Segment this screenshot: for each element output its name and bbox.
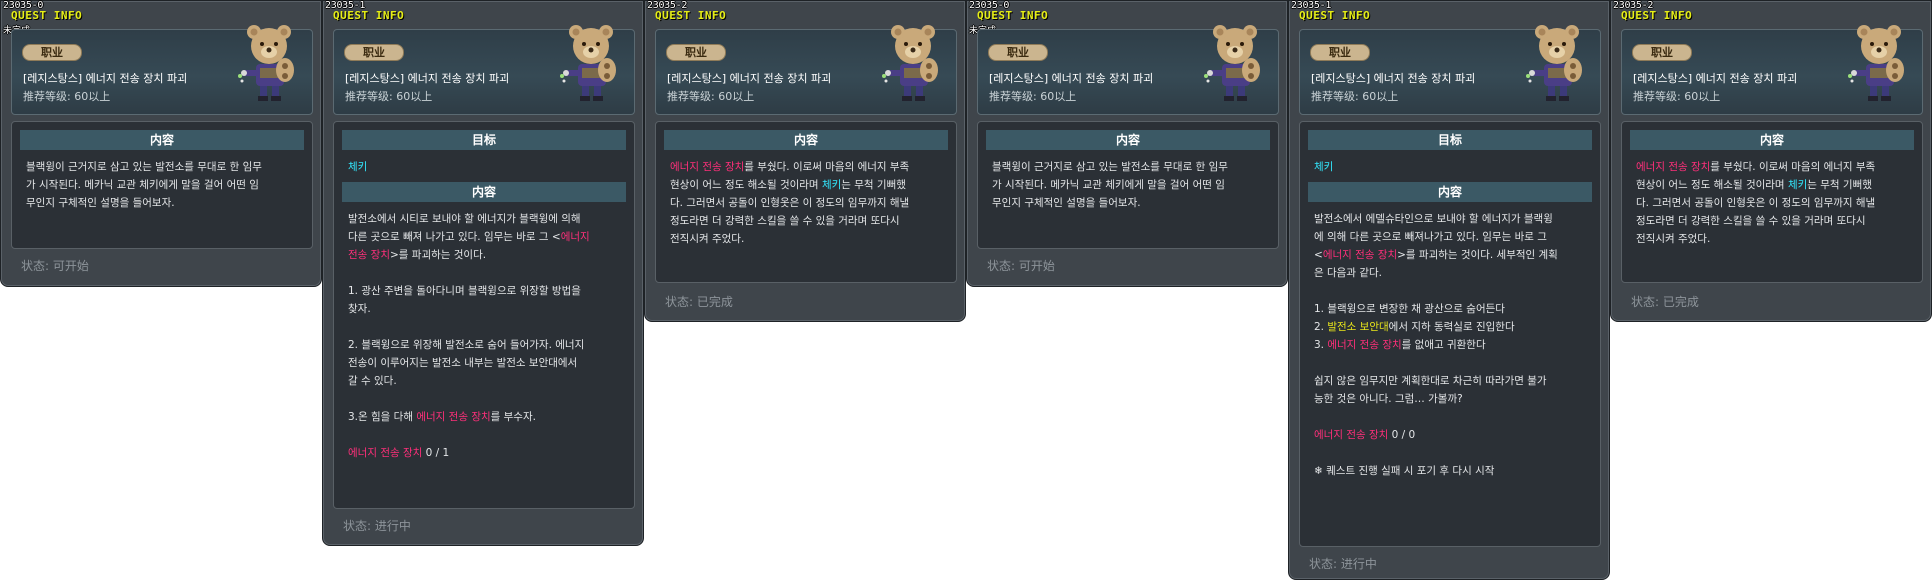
teddy-bear-npc-icon — [1848, 25, 1904, 101]
section-content-header: 内容 — [664, 130, 948, 150]
job-badge: 职业 — [1310, 44, 1370, 61]
quest-body: 内容 에너지 전송 장치를 부쉈다. 이로써 마음의 에너지 부족 현상이 어느… — [655, 121, 957, 283]
quest-name: [레지스탕스] 에너지 전송 장치 파괴 — [345, 72, 510, 85]
quest-note: ❄ 퀘스트 진행 실패 시 포기 후 다시 시작 — [1314, 465, 1495, 477]
content-text: 발전소에서 에델슈타인으로 보내야 할 에너지가 블랙윙 에 의해 다른 곳으로… — [1314, 210, 1586, 480]
panel-title: QUEST INFO — [655, 9, 727, 22]
teddy-bear-npc-icon — [560, 25, 616, 101]
job-badge: 职业 — [988, 44, 1048, 61]
section-target-header: 目标 — [1308, 130, 1592, 150]
target-npc[interactable]: 체키 — [348, 158, 620, 176]
quest-header: 职业 [레지스탕스] 에너지 전송 장치 파괴 推荐等级: 60以上 — [1299, 25, 1601, 115]
quest-info-panel: 23035-2 QUEST INFO 职业 [레지스탕스] 에너지 전송 장치 … — [1610, 0, 1932, 322]
recommended-level: 推荐等级: 60以上 — [23, 90, 111, 103]
panel-title: QUEST INFO — [1621, 9, 1693, 22]
panel-title: QUEST INFO — [977, 9, 1049, 22]
quest-name: [레지스탕스] 에너지 전송 장치 파괴 — [23, 72, 188, 85]
quest-info-panel: 23035-0 QUEST INFO 未完成 职业 [레지스탕스] 에너지 전송… — [966, 0, 1288, 287]
quest-body: 目标 체키 内容 발전소에서 에델슈타인으로 보내야 할 에너지가 블랙윙 에 … — [1299, 121, 1601, 547]
progress-counter: 에너지 전송 장치 0 / 1 — [348, 447, 450, 459]
content-text: 발전소에서 시티로 보내야 할 에너지가 블랙윙에 의해 다른 곳으로 빼져 나… — [348, 210, 620, 462]
section-content-header: 内容 — [342, 182, 626, 202]
recommended-level: 推荐等级: 60以上 — [345, 90, 433, 103]
job-badge: 职业 — [344, 44, 404, 61]
recommended-level: 推荐等级: 60以上 — [1633, 90, 1721, 103]
job-badge: 职业 — [22, 44, 82, 61]
job-badge: 职业 — [666, 44, 726, 61]
panel-title: QUEST INFO — [333, 9, 405, 22]
quest-name: [레지스탕스] 에너지 전송 장치 파괴 — [989, 72, 1154, 85]
quest-status: 状态: 可开始 — [987, 259, 1055, 273]
quest-status: 状态: 已完成 — [1631, 295, 1699, 309]
teddy-bear-npc-icon — [238, 25, 294, 101]
quest-header: 职业 [레지스탕스] 에너지 전송 장치 파괴 推荐等级: 60以上 — [11, 25, 313, 115]
quest-header: 职业 [레지스탕스] 에너지 전송 장치 파괴 推荐等级: 60以上 — [1621, 25, 1923, 115]
quest-body: 内容 블랙윙이 근거지로 삼고 있는 발전소를 무대로 한 임무 가 시작된다.… — [11, 121, 313, 249]
quest-body: 内容 블랙윙이 근거지로 삼고 있는 발전소를 무대로 한 임무 가 시작된다.… — [977, 121, 1279, 249]
section-content-header: 内容 — [986, 130, 1270, 150]
job-badge: 职业 — [1632, 44, 1692, 61]
quest-info-panel: 23035-1 QUEST INFO 职业 [레지스탕스] 에너지 전송 장치 … — [322, 0, 644, 546]
section-content-header: 内容 — [1630, 130, 1914, 150]
quest-header: 职业 [레지스탕스] 에너지 전송 장치 파괴 推荐等级: 60以上 — [655, 25, 957, 115]
panel-title: QUEST INFO — [11, 9, 83, 22]
quest-name: [레지스탕스] 에너지 전송 장치 파괴 — [1311, 72, 1476, 85]
quest-header: 职业 [레지스탕스] 에너지 전송 장치 파괴 推荐等级: 60以上 — [333, 25, 635, 115]
section-target-header: 目标 — [342, 130, 626, 150]
quest-info-panel: 23035-2 QUEST INFO 职业 [레지스탕스] 에너지 전송 장치 … — [644, 0, 966, 322]
content-text: 에너지 전송 장치를 부쉈다. 이로써 마음의 에너지 부족 현상이 어느 정도… — [670, 161, 910, 245]
content-text: 블랙윙이 근거지로 삼고 있는 발전소를 무대로 한 임무 가 시작된다. 메카… — [26, 161, 262, 209]
quest-name: [레지스탕스] 에너지 전송 장치 파괴 — [667, 72, 832, 85]
content-text: 에너지 전송 장치를 부쉈다. 이로써 마음의 에너지 부족 현상이 어느 정도… — [1636, 161, 1876, 245]
recommended-level: 推荐等级: 60以上 — [989, 90, 1077, 103]
quest-name: [레지스탕스] 에너지 전송 장치 파괴 — [1633, 72, 1798, 85]
quest-status: 状态: 进行中 — [343, 519, 411, 533]
progress-counter: 에너지 전송 장치 0 / 0 — [1314, 429, 1416, 441]
quest-body: 内容 에너지 전송 장치를 부쉈다. 이로써 마음의 에너지 부족 현상이 어느… — [1621, 121, 1923, 283]
content-text: 블랙윙이 근거지로 삼고 있는 발전소를 무대로 한 임무 가 시작된다. 메카… — [992, 161, 1228, 209]
quest-status: 状态: 可开始 — [21, 259, 89, 273]
quest-header: 职业 [레지스탕스] 에너지 전송 장치 파괴 推荐等级: 60以上 — [977, 25, 1279, 115]
recommended-level: 推荐等级: 60以上 — [1311, 90, 1399, 103]
section-content-header: 内容 — [20, 130, 304, 150]
panel-title: QUEST INFO — [1299, 9, 1371, 22]
teddy-bear-npc-icon — [1526, 25, 1582, 101]
quest-info-panel: 23035-1 QUEST INFO 职业 [레지스탕스] 에너지 전송 장치 … — [1288, 0, 1610, 580]
quest-info-panel: 23035-0 QUEST INFO 未完成 职业 [레지스탕스] 에너지 전송… — [0, 0, 322, 287]
recommended-level: 推荐等级: 60以上 — [667, 90, 755, 103]
teddy-bear-npc-icon — [1204, 25, 1260, 101]
section-content-header: 内容 — [1308, 182, 1592, 202]
quest-status: 状态: 进行中 — [1309, 557, 1377, 571]
quest-status: 状态: 已完成 — [665, 295, 733, 309]
teddy-bear-npc-icon — [882, 25, 938, 101]
target-npc[interactable]: 체키 — [1314, 158, 1586, 176]
quest-body: 目标 체키 内容 발전소에서 시티로 보내야 할 에너지가 블랙윙에 의해 다른… — [333, 121, 635, 509]
